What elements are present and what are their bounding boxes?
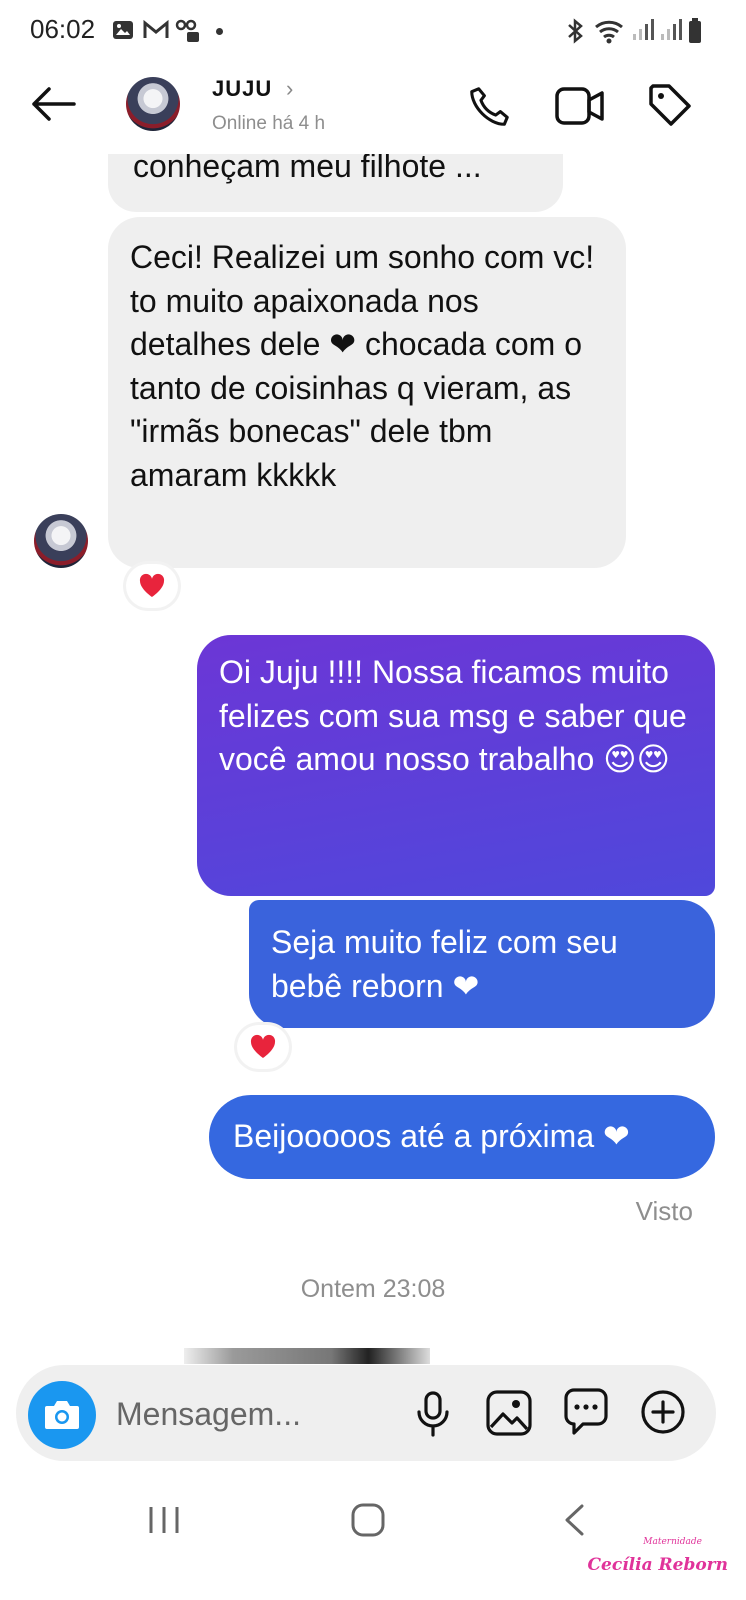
gmail-notification-icon (143, 19, 169, 38)
header-divider (0, 140, 746, 154)
add-plus-icon[interactable] (639, 1388, 687, 1436)
watermark-subtitle: Maternidade (643, 1537, 702, 1547)
heart-reaction[interactable] (237, 1025, 289, 1069)
seen-indicator: Visto (635, 1196, 693, 1226)
video-call-icon[interactable] (554, 84, 606, 128)
message-text: Oi Juju !!!! Nossa ficamos muito felizes… (219, 654, 687, 777)
message-bubble-outgoing-1[interactable]: Oi Juju !!!! Nossa ficamos muito felizes… (197, 635, 715, 896)
date-separator: Ontem 23:08 (300, 1275, 446, 1303)
sticker-chat-icon[interactable] (563, 1388, 609, 1436)
back-nav-icon[interactable] (562, 1503, 586, 1537)
message-text: conheçam meu filhote ... (133, 150, 482, 184)
camera-button[interactable] (28, 1381, 96, 1449)
sender-avatar[interactable] (34, 514, 88, 568)
microphone-icon[interactable] (414, 1390, 452, 1438)
heart-icon (250, 1034, 276, 1058)
status-time: 06:02 (30, 14, 96, 44)
battery-icon (689, 18, 701, 43)
wifi-icon (595, 20, 623, 44)
tag-icon[interactable] (647, 82, 693, 128)
message-bubble-partial[interactable]: conheçam meu filhote ... (108, 150, 563, 212)
recent-apps-icon[interactable] (146, 1505, 182, 1535)
gallery-icon[interactable] (485, 1389, 533, 1437)
message-text: Seja muito feliz com seu bebê reborn ❤ (271, 924, 618, 1004)
watermark-logo: Cecília Reborn (587, 1555, 729, 1575)
message-input[interactable] (116, 1392, 376, 1436)
camera-icon (45, 1401, 79, 1429)
message-bubble-outgoing-3[interactable]: Beijooooos até a próxima ❤ (209, 1095, 715, 1179)
voicemail-lock-icon (175, 19, 199, 42)
signal-1-icon (633, 19, 654, 40)
contact-status: Online há 4 h (212, 113, 326, 134)
back-arrow-icon[interactable] (30, 86, 76, 122)
contact-name[interactable]: JUJU (212, 76, 272, 102)
image-preview-edge[interactable] (184, 1348, 430, 1364)
signal-2-icon (661, 19, 682, 40)
notification-dot-icon (216, 28, 223, 35)
message-bubble-incoming[interactable]: Ceci! Realizei um sonho com vc! to muito… (108, 217, 626, 568)
phone-call-icon[interactable] (466, 84, 512, 130)
heart-reaction[interactable] (126, 564, 178, 608)
chevron-right-icon[interactable]: › (286, 76, 293, 102)
home-icon[interactable] (350, 1502, 386, 1538)
bluetooth-icon (568, 18, 583, 44)
gallery-notification-icon (113, 21, 133, 39)
contact-avatar[interactable] (126, 77, 180, 131)
message-bubble-outgoing-2[interactable]: Seja muito feliz com seu bebê reborn ❤ (249, 900, 715, 1028)
message-text: Beijooooos até a próxima ❤ (233, 1118, 630, 1154)
heart-icon (139, 573, 165, 597)
message-text: Ceci! Realizei um sonho com vc! to muito… (130, 239, 595, 493)
